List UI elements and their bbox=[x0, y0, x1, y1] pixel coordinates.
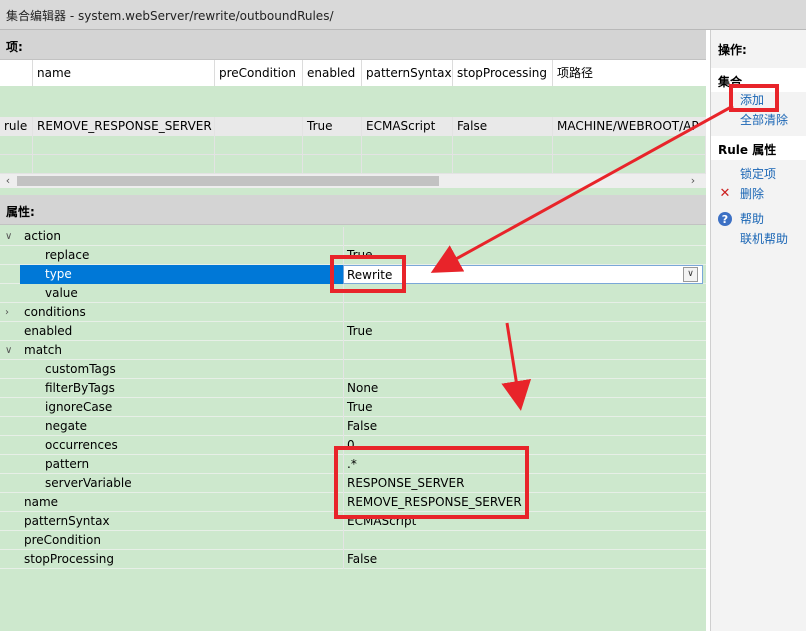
annotation-arrow bbox=[430, 104, 734, 273]
annotation-arrow bbox=[501, 322, 532, 411]
annotation-arrows bbox=[430, 104, 734, 411]
